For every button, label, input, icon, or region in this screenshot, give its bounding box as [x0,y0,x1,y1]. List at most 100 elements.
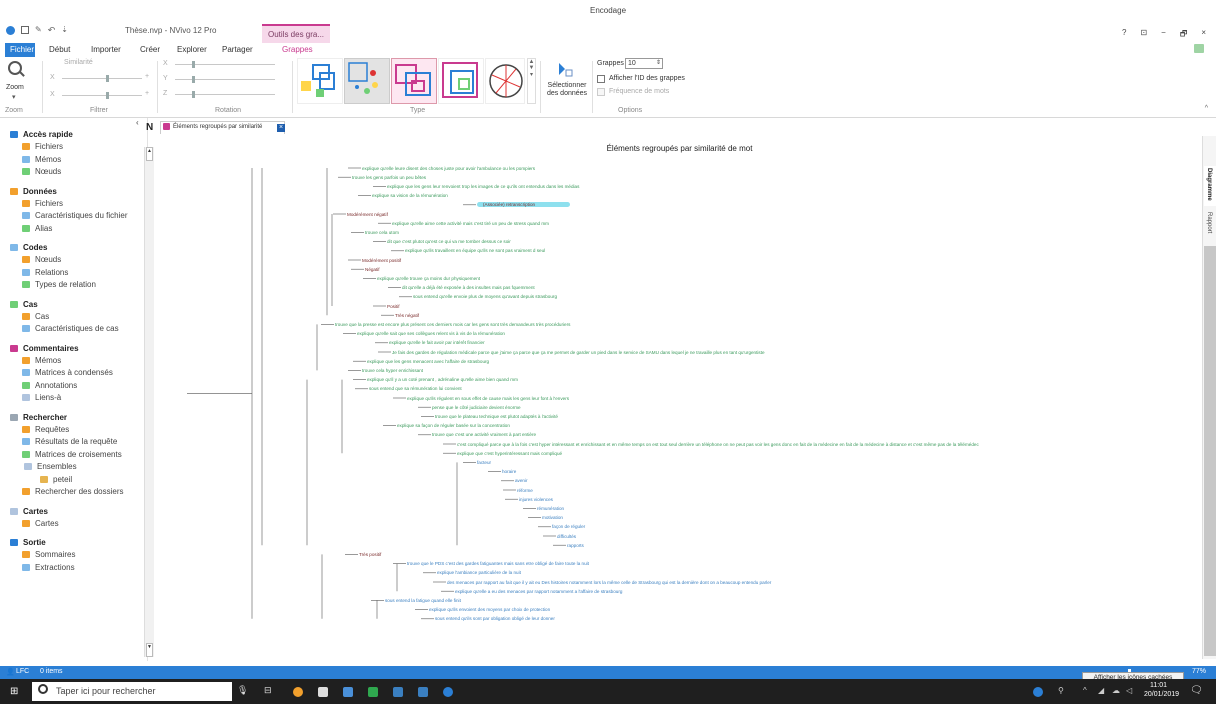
dendrogram-leaf[interactable]: c'est compliqué parce que à la fois c'es… [457,442,979,447]
nav-item[interactable]: Annotations [22,381,77,390]
nav-section-0[interactable]: Accès rapide [10,130,73,139]
dendrogram-leaf[interactable]: explique qu'ils travaillent en équipe qu… [405,248,545,253]
nav-item[interactable]: Matrices à condensés [22,368,113,377]
rotation-x-slider[interactable] [175,64,275,65]
nav-item[interactable]: Requêtes [22,425,69,434]
nav-item[interactable]: Types de relation [22,280,96,289]
task-view-icon[interactable]: ⊟ [264,685,272,696]
dendrogram-leaf[interactable]: explique qu'elle trouve ça moins dur phy… [377,276,480,281]
dendrogram-leaf[interactable]: Je fais des gardes de régulation médical… [392,350,765,355]
dendrogram-leaf[interactable]: Négatif [365,267,380,272]
dendrogram-leaf[interactable]: explique que c'est hyperintéressant mais… [457,451,562,456]
taskbar-search[interactable]: Taper ici pour rechercher [32,682,232,701]
nav-item[interactable]: Fichiers [22,142,63,151]
similarity-slider-1[interactable] [62,78,142,79]
notification-icon[interactable]: 🗨 [1190,685,1203,696]
nav-section-3[interactable]: Cas [10,300,38,309]
type-circle-graph[interactable] [485,58,525,104]
dendrogram-leaf[interactable]: explique qu'elle aime cette activité mai… [392,221,549,226]
dendrogram-leaf[interactable]: rémunération [537,506,564,511]
scroll-up-icon[interactable]: ▲ [146,147,153,161]
nav-item[interactable]: Nœuds [22,255,61,264]
dendrogram-leaf[interactable]: façon de réguler [552,524,585,529]
app-check2-icon[interactable] [418,687,428,697]
nav-item[interactable]: Cartes [22,519,59,528]
plus-icon[interactable]: + [145,90,149,97]
dendrogram-leaf[interactable]: motivation [542,515,563,520]
nav-item[interactable]: Extractions [22,563,75,572]
nav-item[interactable]: Mémos [22,155,61,164]
nav-section-5[interactable]: Rechercher [10,413,67,422]
dendrogram-leaf[interactable]: pense que le côté judiciaire devient éno… [432,405,521,410]
tab-report[interactable]: Rapport [1206,212,1212,233]
dendrogram-leaf[interactable]: trouve que le PDS c'est des gardes fatig… [407,561,589,566]
mic-icon[interactable]: 🎙 [237,685,248,696]
nav-item[interactable]: Alias [22,224,52,233]
nav-section-7[interactable]: Sortie [10,538,46,547]
dendrogram-leaf[interactable]: sous entend qu'ils sont par obligation o… [435,616,555,621]
tray-app-icon[interactable] [1033,687,1043,697]
tab-explorer[interactable]: Explorer [177,45,207,54]
slider-thumb[interactable] [106,75,109,82]
tab-importer[interactable]: Importer [91,45,121,54]
close-tab-icon[interactable]: × [277,124,285,132]
comment-icon[interactable] [1194,44,1204,53]
dendrogram-leaf[interactable]: rapports [567,543,584,548]
dendrogram-leaf[interactable]: Positif [387,304,400,309]
tab-creer[interactable]: Créer [140,45,160,54]
dendrogram-leaf[interactable]: explique qu'elle sait que ses collègues … [357,331,505,336]
nav-section-6[interactable]: Cartes [10,507,48,516]
dendrogram-leaf[interactable]: sous entend qu'elle envoie plus de moyen… [413,294,557,299]
nvivo-icon[interactable] [368,687,378,697]
help-button[interactable]: ? [1122,28,1126,42]
show-id-checkbox[interactable] [597,75,605,83]
nav-section-4[interactable]: Commentaires [10,344,79,353]
dendrogram-canvas[interactable]: Éléments regroupés par similarité de mot… [157,136,1202,659]
nav-item[interactable]: Ensembles [24,462,77,471]
collapse-ribbon-icon[interactable]: ^ [1205,105,1208,112]
app-check-icon[interactable] [393,687,403,697]
gallery-scroll[interactable]: ▲ ▼ ▾ [527,58,536,104]
type-horizontal-dendrogram[interactable] [297,58,343,104]
dendrogram-leaf[interactable]: explique sa vision de la rémunération [372,193,448,198]
dendrogram-leaf[interactable]: explique qu'elle leure disent des choses… [362,166,535,171]
type-3d-cluster[interactable] [438,58,484,104]
plus-icon[interactable]: + [145,73,149,80]
slider-thumb[interactable] [106,92,109,99]
nav-section-2[interactable]: Codes [10,243,47,252]
dendrogram-leaf[interactable]: explique qu'elle le fait avoir par intér… [389,340,485,345]
customize-icon[interactable]: ⇣ [61,26,68,35]
tab-partager[interactable]: Partager [222,45,253,54]
dendrogram-leaf[interactable]: facteur [477,460,491,465]
nav-item[interactable]: Résultats de la requête [22,437,117,446]
dendrogram-leaf[interactable]: explique qu'il y a un coté prenant , adr… [367,377,518,382]
dendrogram-leaf[interactable]: (Associée) retranscription [477,202,571,208]
nav-item[interactable]: Caractéristiques de cas [22,324,119,333]
dendrogram-leaf[interactable]: avenir [515,478,528,483]
dendrogram-leaf[interactable]: des menaces par rapport au fait que il y… [447,580,771,585]
store-icon[interactable] [318,687,328,697]
dendrogram-leaf[interactable]: trouve cela utom [365,230,399,235]
similarity-slider-2[interactable] [62,95,142,96]
nav-item[interactable]: Sommaires [22,550,75,559]
minimize-button[interactable]: − [1161,28,1166,42]
dendrogram-leaf[interactable]: difficultés [557,534,576,539]
dendrogram-leaf[interactable]: dit qu'elle a déjà été exposée à des ins… [402,285,535,290]
dendrogram-leaf[interactable]: explique qu'ils envoient des moyens par … [429,607,550,612]
collapse-nav-icon[interactable]: ‹ [136,118,139,127]
dendrogram-leaf[interactable]: dit que c'est plutot qu'est ce qui va me… [387,239,511,244]
volume-icon[interactable]: ◁ [1126,686,1132,695]
tab-grappes[interactable]: Grappes [282,45,313,54]
cloud-icon[interactable]: ☁ [1112,686,1120,695]
restore-button[interactable]: 🗗 [1180,28,1188,42]
dendrogram-leaf[interactable]: explique qu'elle a eu des menaces par ra… [455,589,622,594]
zoom-button[interactable]: Zoom [6,84,24,91]
tray-chevron-icon[interactable]: ^ [1083,686,1087,695]
nav-item[interactable]: Liens-à [22,393,61,402]
dendrogram-leaf[interactable]: explique l'ambiance particulière de la n… [437,570,521,575]
side-scroll[interactable] [1204,246,1216,656]
nav-item[interactable]: Nœuds [22,167,61,176]
dendrogram-leaf[interactable]: sous entend que sa rémunération lui conv… [369,386,462,391]
nav-item[interactable]: Relations [22,268,68,277]
slider-thumb[interactable] [192,76,195,83]
